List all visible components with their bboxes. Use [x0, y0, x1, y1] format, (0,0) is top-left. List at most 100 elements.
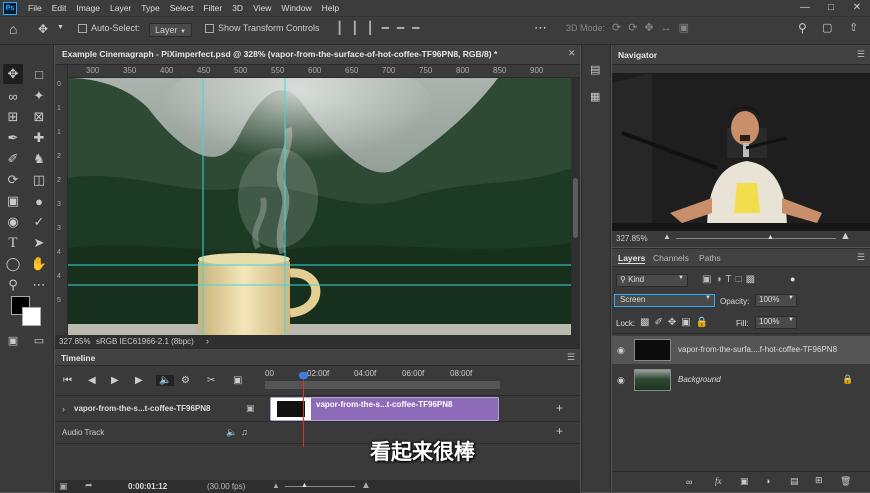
- move-tool-icon[interactable]: ✥: [3, 64, 23, 84]
- slider-thumb[interactable]: ▲: [301, 482, 308, 489]
- path-select-icon[interactable]: ➤: [29, 233, 49, 253]
- marquee-tool-icon[interactable]: □: [29, 64, 49, 84]
- tab-channels[interactable]: Channels: [653, 253, 689, 263]
- blend-mode-dropdown[interactable]: Screen ▼: [614, 294, 715, 307]
- home-icon[interactable]: ⌂: [9, 21, 17, 37]
- add-media-icon[interactable]: +: [556, 401, 563, 415]
- panel-menu-icon[interactable]: ☰: [857, 252, 865, 263]
- visibility-eye-icon[interactable]: ◉: [617, 345, 625, 356]
- tab-layers[interactable]: Layers: [618, 253, 646, 264]
- maximize-icon[interactable]: □: [818, 0, 844, 16]
- menu-3d[interactable]: 3D: [227, 3, 248, 13]
- audio-track[interactable]: Audio Track 🔈 ♫ +: [55, 422, 580, 444]
- quick-select-tool-icon[interactable]: ✦: [29, 86, 49, 106]
- fill-field[interactable]: 100% ▼: [755, 316, 797, 329]
- layer-filter-dropdown[interactable]: ⚲ Kind ▼: [616, 274, 688, 287]
- search-icon[interactable]: ⚲: [798, 21, 807, 35]
- track-options-icon[interactable]: ▣: [246, 403, 255, 414]
- more-options-icon[interactable]: ⋯: [534, 20, 547, 36]
- expand-chevron-icon[interactable]: ›: [62, 404, 65, 414]
- zoom-out-icon[interactable]: ▲: [272, 481, 280, 490]
- menu-select[interactable]: Select: [165, 3, 199, 13]
- layer-row[interactable]: ◉ vapor-from-the-surfa....f-hot-coffee-T…: [612, 336, 870, 364]
- screen-mode-icon[interactable]: ▭: [29, 330, 49, 350]
- eyedropper-tool-icon[interactable]: ✒: [3, 128, 23, 148]
- healing-brush-icon[interactable]: ✚: [29, 128, 49, 148]
- auto-select-dropdown[interactable]: Layer ▼: [149, 23, 192, 37]
- dodge-tool-icon[interactable]: ◉: [3, 212, 23, 232]
- frame-tool-icon[interactable]: ⊠: [29, 107, 49, 127]
- music-note-icon[interactable]: ♫: [241, 427, 248, 437]
- new-group-icon[interactable]: ▤: [790, 476, 799, 487]
- move-tool-icon[interactable]: ✥: [38, 22, 48, 36]
- zoom-level[interactable]: 327.85%: [59, 337, 91, 346]
- previous-frame-icon[interactable]: ◀: [88, 375, 96, 386]
- menu-image[interactable]: Image: [71, 3, 105, 13]
- properties-panel-icon[interactable]: ▦: [590, 90, 600, 103]
- go-to-first-frame-icon[interactable]: ⏮: [63, 375, 72, 386]
- navigator-zoom-value[interactable]: 327.85%: [616, 234, 648, 243]
- menu-file[interactable]: File: [23, 3, 47, 13]
- chevron-right-icon[interactable]: ›: [206, 336, 209, 346]
- video-clip[interactable]: vapor-from-the-s...t-coffee-TF96PN8: [270, 397, 499, 421]
- history-brush-icon[interactable]: ⟳: [3, 170, 23, 190]
- zoom-tool-icon[interactable]: ⚲: [3, 275, 23, 295]
- transition-icon[interactable]: ▣: [233, 375, 242, 386]
- brush-tool-icon[interactable]: ✐: [3, 149, 23, 169]
- canvas-scrollbar[interactable]: [571, 78, 580, 335]
- work-area-bar[interactable]: [265, 381, 500, 389]
- adjustment-layer-icon[interactable]: ◑: [765, 476, 770, 486]
- convert-icon[interactable]: ➦: [85, 480, 93, 491]
- hand-tool-icon[interactable]: ✋: [29, 254, 49, 274]
- gradient-tool-icon[interactable]: ▣: [3, 191, 23, 211]
- close-icon[interactable]: ✕: [844, 0, 870, 16]
- navigator-zoom-slider[interactable]: [676, 238, 836, 239]
- add-audio-icon[interactable]: +: [556, 424, 563, 438]
- slider-thumb[interactable]: ▲: [767, 234, 774, 241]
- visibility-eye-icon[interactable]: ◉: [617, 375, 625, 386]
- auto-select-checkbox[interactable]: Auto-Select:: [78, 23, 140, 34]
- crop-tool-icon[interactable]: ⊞: [3, 107, 23, 127]
- add-mask-icon[interactable]: ▣: [740, 476, 749, 487]
- background-color-swatch[interactable]: [22, 307, 41, 326]
- opacity-field[interactable]: 100% ▼: [755, 294, 797, 307]
- delete-layer-icon[interactable]: 🗑: [840, 476, 851, 487]
- more-tools-icon[interactable]: ⋯: [29, 275, 49, 295]
- navigator-preview[interactable]: [612, 73, 870, 231]
- playhead[interactable]: [303, 375, 304, 447]
- new-layer-icon[interactable]: ⊞: [815, 475, 823, 486]
- playhead-handle[interactable]: [299, 372, 308, 379]
- lock-icons[interactable]: ▩✐✥▣🔒: [640, 317, 713, 328]
- timeline-zoom-slider[interactable]: [285, 486, 355, 487]
- timeline-ruler[interactable]: 00 02:00f 04:00f 06:00f 08:00f: [265, 367, 580, 393]
- audio-icon[interactable]: 🔈: [156, 375, 175, 386]
- menu-layer[interactable]: Layer: [105, 3, 136, 13]
- show-transform-checkbox[interactable]: Show Transform Controls: [205, 23, 320, 34]
- align-icons[interactable]: ┃┃┃━━━: [336, 21, 427, 35]
- menu-filter[interactable]: Filter: [198, 3, 227, 13]
- layer-style-icon[interactable]: fx: [715, 476, 722, 486]
- document-canvas[interactable]: [68, 78, 571, 335]
- document-tab[interactable]: Example Cinemagraph - PiXimperfect.psd @…: [55, 45, 580, 65]
- ellipse-tool-icon[interactable]: ◯: [3, 254, 23, 274]
- zoom-in-icon[interactable]: ▲: [361, 480, 371, 491]
- layer-filter-icons[interactable]: ▣◑T□▩: [702, 274, 759, 285]
- close-document-icon[interactable]: ✕: [568, 48, 576, 59]
- lasso-tool-icon[interactable]: ∞: [3, 86, 23, 106]
- menu-help[interactable]: Help: [317, 3, 344, 13]
- share-icon[interactable]: ⇧: [849, 21, 858, 34]
- render-icon[interactable]: ▣: [59, 481, 68, 492]
- play-icon[interactable]: ▶: [111, 375, 119, 386]
- link-layers-icon[interactable]: ∞: [686, 477, 692, 487]
- clone-stamp-icon[interactable]: ♞: [29, 149, 49, 169]
- zoom-out-mountain-icon[interactable]: ▲: [663, 232, 671, 241]
- workspace-icon[interactable]: ▢: [822, 21, 832, 34]
- pen-tool-icon[interactable]: ✓: [29, 212, 49, 232]
- eraser-tool-icon[interactable]: ◫: [29, 170, 49, 190]
- panel-menu-icon[interactable]: ☰: [567, 352, 575, 363]
- chevron-down-icon[interactable]: ▼: [57, 24, 64, 31]
- panel-menu-icon[interactable]: ☰: [857, 49, 865, 60]
- type-tool-icon[interactable]: T: [3, 233, 23, 253]
- next-frame-icon[interactable]: ▶: [135, 375, 143, 386]
- quick-mask-icon[interactable]: ▣: [3, 330, 23, 350]
